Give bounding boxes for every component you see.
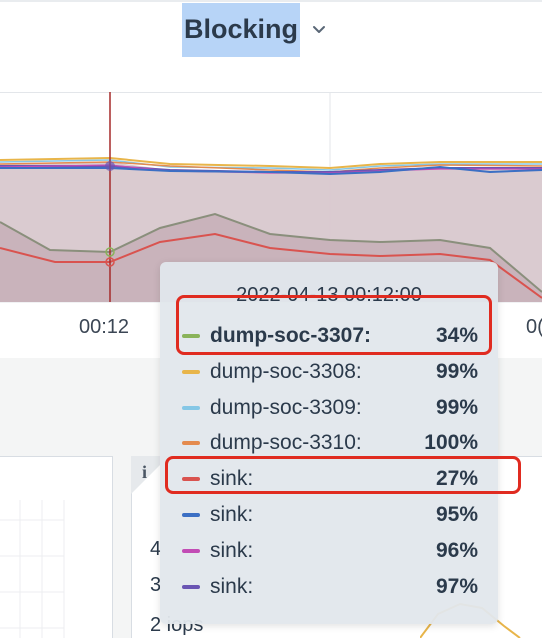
series-name: dump-soc-3308: xyxy=(210,360,362,383)
series-value: 95% xyxy=(435,503,478,526)
tooltip-row: sink: 95% xyxy=(182,500,478,530)
legend-swatch xyxy=(182,406,200,410)
cursor-point-purple xyxy=(105,161,115,171)
series-name: sink: xyxy=(210,539,254,562)
chevron-down-icon[interactable] xyxy=(310,21,328,39)
series-name: sink: xyxy=(210,575,254,598)
series-name: dump-soc-3310: xyxy=(210,431,362,454)
legend-swatch xyxy=(182,441,200,445)
series-name: sink: xyxy=(210,503,254,526)
legend-swatch xyxy=(182,513,200,517)
series-value: 99% xyxy=(435,396,478,419)
legend-swatch xyxy=(182,585,200,589)
series-value: 97% xyxy=(435,575,478,598)
tooltip-row: sink: 96% xyxy=(182,536,478,566)
legend-swatch xyxy=(182,549,200,553)
tooltip-row: sink: 97% xyxy=(182,572,478,602)
x-tick-label-partial: 0( xyxy=(526,316,542,338)
series-value: 100% xyxy=(424,431,478,454)
tooltip-row: dump-soc-3310: 100% xyxy=(182,428,478,458)
x-tick-label: 00:12 xyxy=(79,316,130,338)
highlight-box xyxy=(165,456,521,494)
highlight-box xyxy=(176,295,492,355)
dashboard-title-picker[interactable]: Blocking xyxy=(182,2,328,58)
series-value: 96% xyxy=(435,539,478,562)
info-icon: i xyxy=(142,462,147,482)
dashboard-title[interactable]: Blocking xyxy=(182,3,301,57)
tooltip-row: dump-soc-3309: 99% xyxy=(182,393,478,423)
series-value: 99% xyxy=(435,360,478,383)
legend-swatch xyxy=(182,370,200,374)
series-name: dump-soc-3309: xyxy=(210,396,362,419)
dashboard-page: Blocking 00:12 0 i 4 3 2 iops 2022-04-13… xyxy=(0,0,542,638)
tooltip-row: dump-soc-3308: 99% xyxy=(182,357,478,387)
panel-left-grid xyxy=(0,500,65,638)
